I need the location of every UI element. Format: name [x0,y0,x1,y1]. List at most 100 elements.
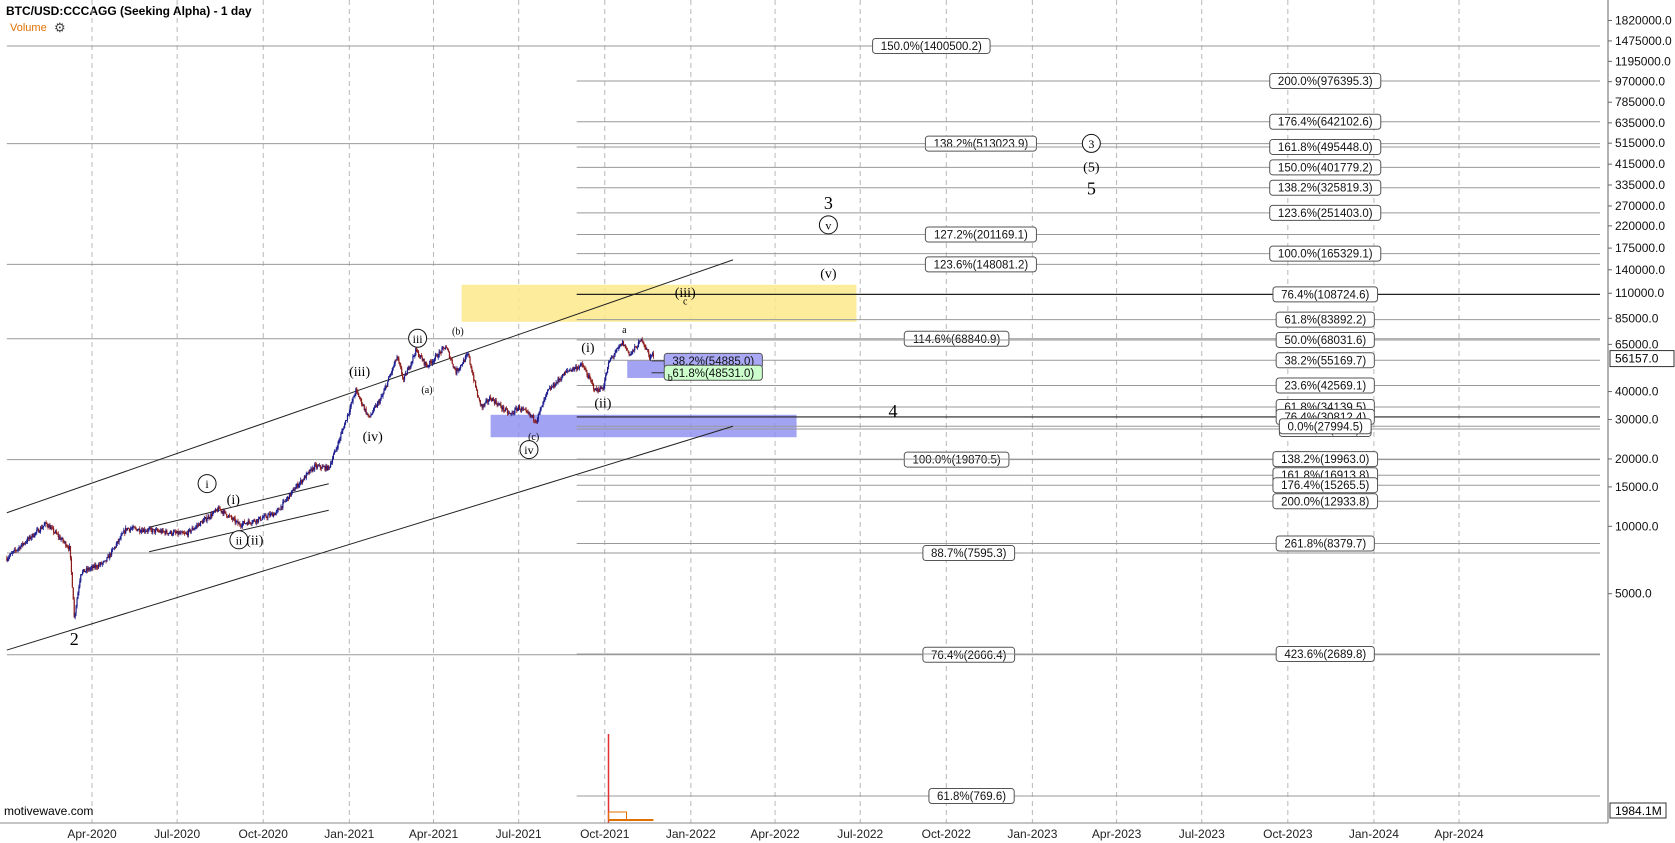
candle-body [428,365,430,367]
candle-body [291,490,293,493]
candle-body [265,514,267,518]
wave-label: (5) [1083,160,1100,175]
candle-body [80,574,82,581]
candle-body [147,529,149,532]
candle-body [425,361,427,365]
volume-value-label: 1984.1M [1615,804,1662,818]
candle-body [584,368,586,370]
candle-body [121,533,123,536]
candle-body [241,526,243,527]
candle-body [504,410,506,412]
candle-body [336,448,338,449]
candle-body [597,388,599,392]
price-chart[interactable]: 150.0%(1400500.2) 138.2%(513023.9) 127.2%(… [0,0,1675,843]
candle-body [43,524,45,526]
candle-body [387,381,389,387]
fib-label: 200.0%(976395.3) [1278,76,1373,88]
candle-body [350,402,352,407]
candle-body [561,377,563,380]
candle-body [384,387,386,391]
candle-body [195,526,197,528]
candle-body [470,363,472,368]
candle-body [578,366,581,369]
candle-body [631,351,633,354]
wave-label: (iii) [349,365,370,380]
wave-label: 5 [1087,178,1096,198]
candle-body [215,509,218,510]
candle-body [102,561,104,564]
candle-body [11,552,14,554]
candle-body [358,393,360,398]
y-tick-label: 85000.0 [1615,311,1659,325]
candle-body [112,548,115,550]
wave-label: 3 [1088,137,1094,151]
candle-body [533,415,535,421]
fib-label: 150.0%(401779.2) [1278,162,1373,174]
candle-body [430,360,432,362]
candle-body [295,486,297,490]
candle-body [150,528,152,530]
candle-body [479,399,481,405]
candle-body [416,348,418,352]
candle-body [25,542,28,543]
candle-body [589,375,591,378]
y-tick-label: 65000.0 [1615,337,1659,351]
candle-body [542,401,544,407]
candle-body [490,397,492,400]
candle-body [441,348,443,353]
candle-body [539,409,541,412]
candle-body [492,398,495,401]
candle-body [135,527,137,529]
x-tick-label: Apr-2024 [1434,827,1484,841]
candle-body [262,517,264,519]
wave-label: (ii) [246,533,263,548]
candle-body [8,557,10,559]
candle-body [249,522,251,524]
candle-body [370,415,372,417]
candle-body [475,387,478,391]
candle-body [537,413,539,420]
candle-body [614,352,616,355]
candle-body [590,377,592,381]
candle-body [529,412,531,416]
candle-body [383,390,385,394]
candle-body [60,539,62,540]
candle-body [55,531,58,534]
y-tick-label: 1475000.0 [1615,34,1672,48]
candle-body [607,362,610,368]
candle-body [139,528,141,532]
candle-body [278,508,280,510]
fib-label: 23.6%(42569.1) [1284,381,1366,393]
candle-body [254,519,256,522]
candle-body [69,546,72,559]
candle-body [484,402,486,406]
candle-body [547,390,549,392]
x-tick-label: Jan-2022 [666,827,716,841]
wave-label: iii [413,332,424,346]
volume-bar [608,811,628,821]
candle-body [9,555,11,558]
candle-body [544,397,546,401]
candle-body [169,533,171,534]
candle-body [76,598,78,607]
candles [6,336,655,620]
candle-body [329,467,331,469]
candle-body [133,526,135,528]
candle-body [182,531,184,533]
candle-body [591,380,593,382]
wave-label: (iii) [675,286,696,301]
candle-body [398,358,400,363]
candle-body [106,557,108,562]
y-tick-label: 970000.0 [1615,75,1665,89]
candle-body [328,465,330,468]
candle-body [62,537,64,542]
x-tick-label: Oct-2022 [922,827,972,841]
candle-body [339,438,341,441]
fib-label: 61.8%(769.6) [937,791,1006,803]
candle-body [392,367,394,369]
candle-body [410,362,412,367]
wave-label: a [622,325,627,336]
candle-body [202,520,204,524]
candle-body [514,408,516,414]
candle-body [485,400,487,403]
